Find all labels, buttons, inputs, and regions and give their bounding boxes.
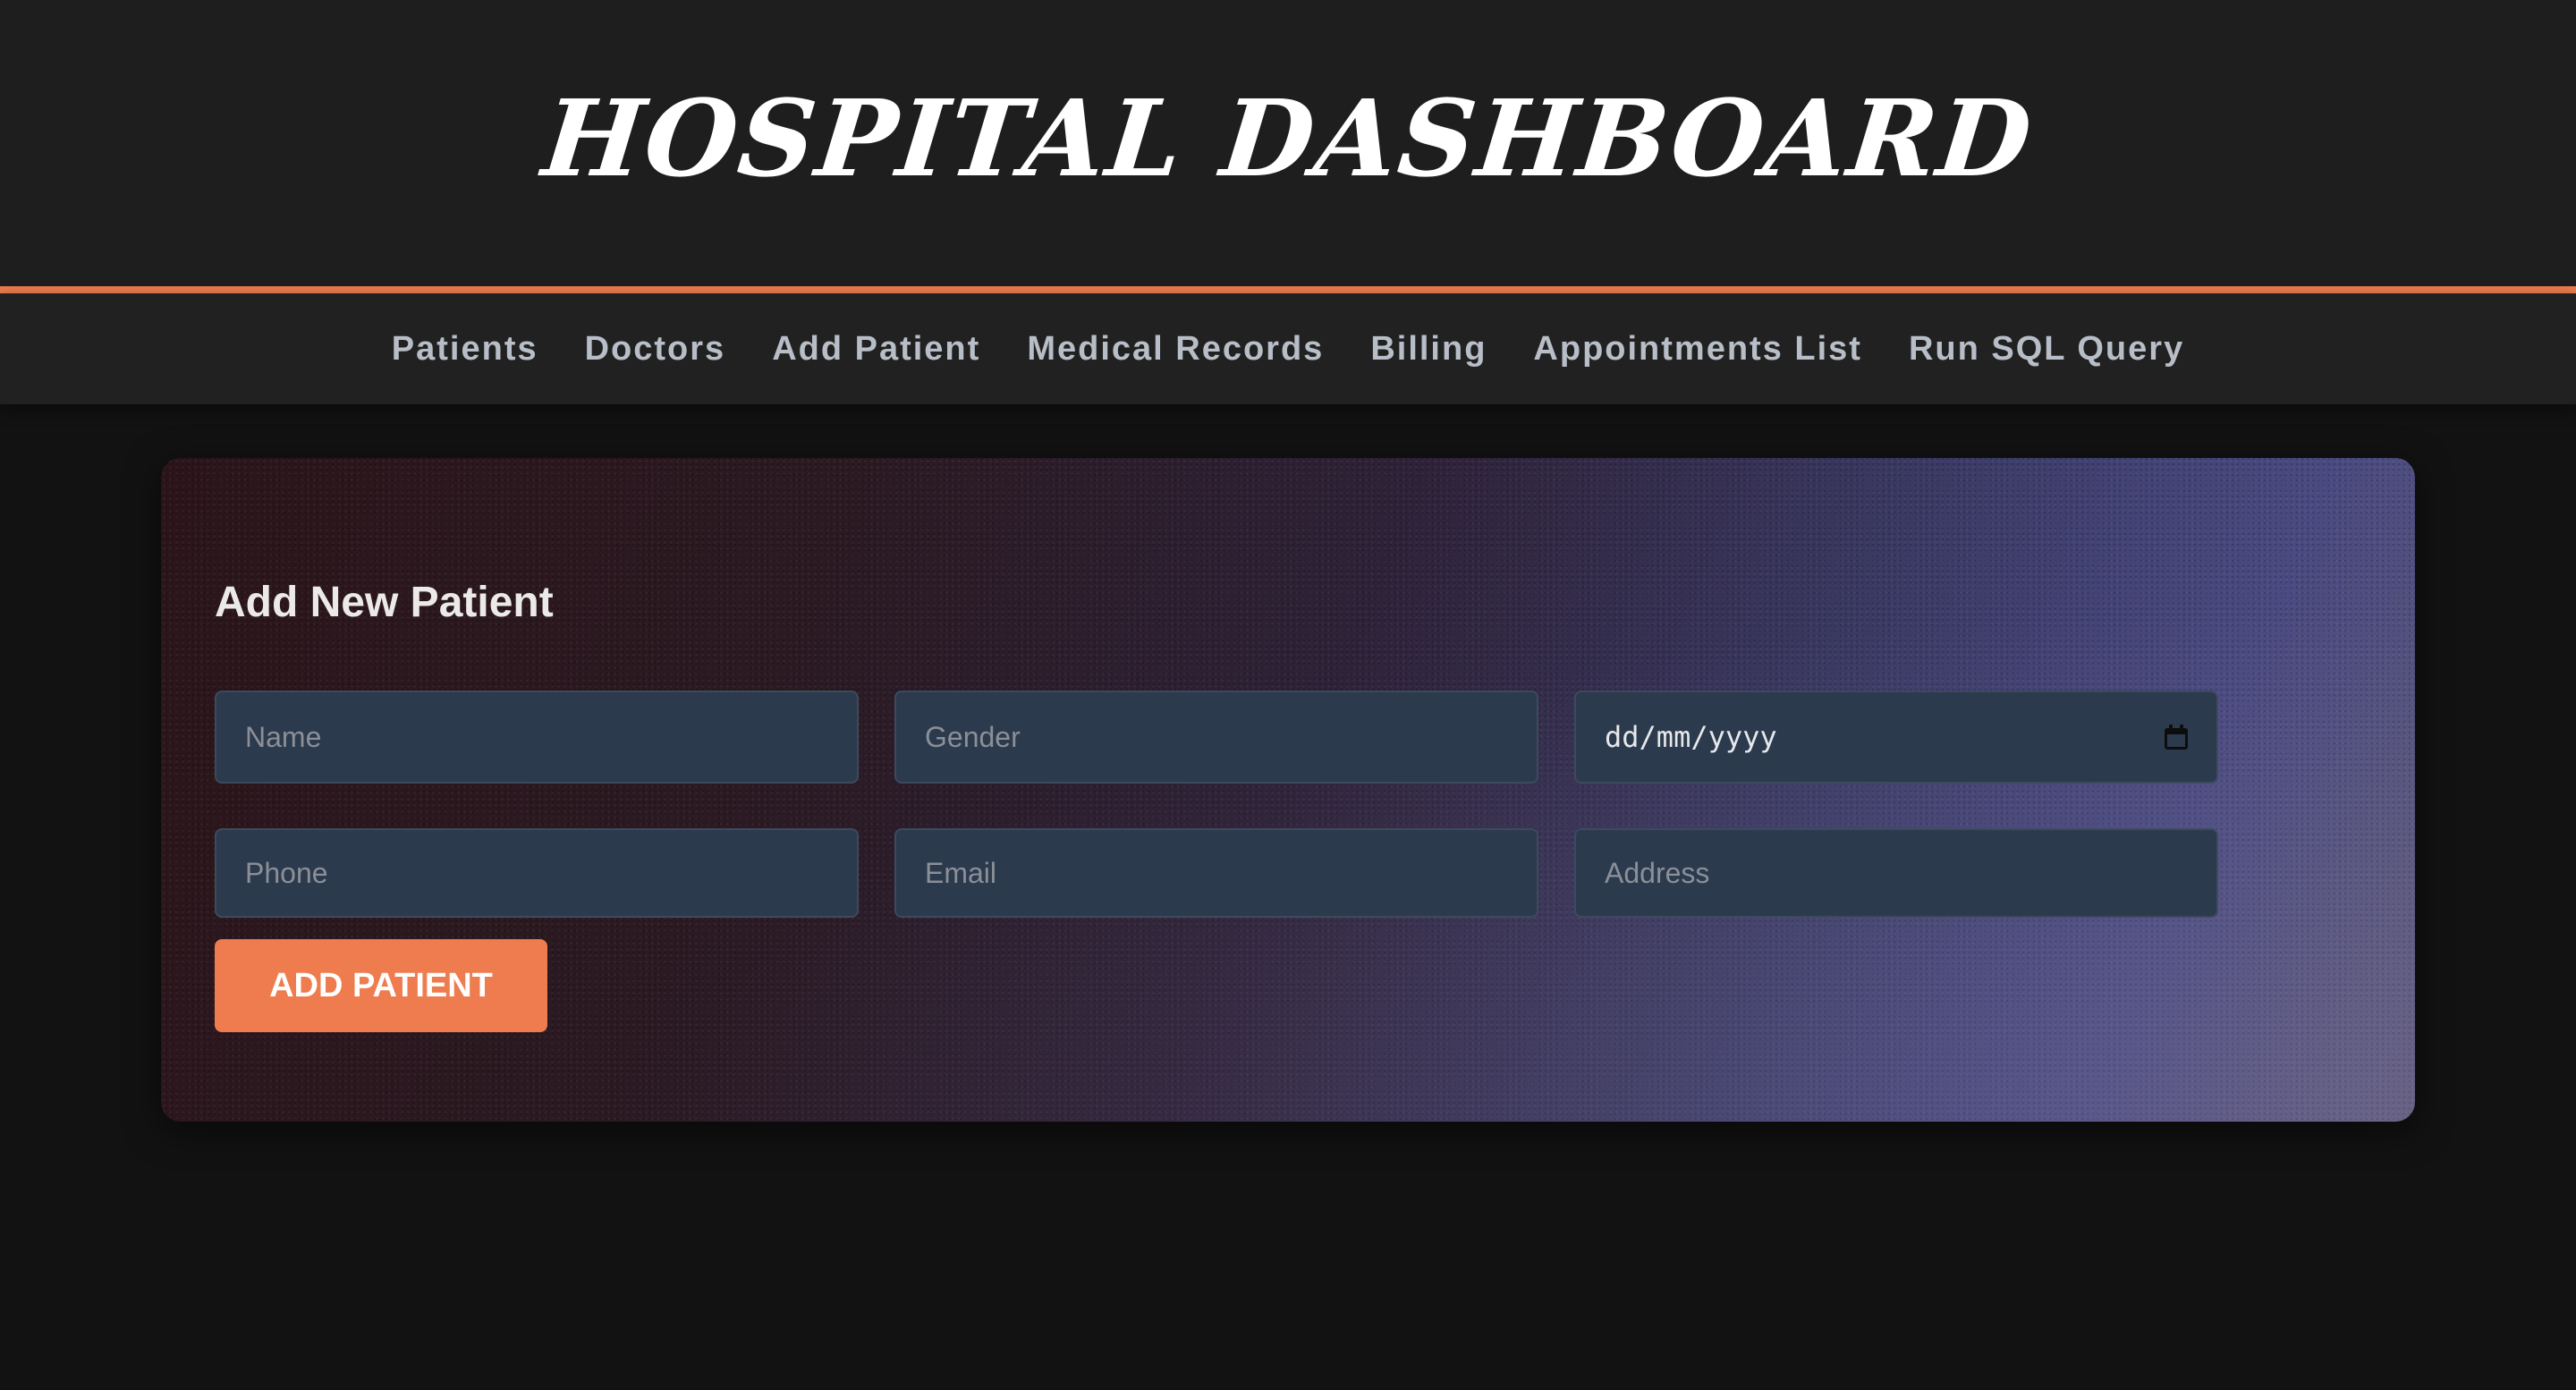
date-of-birth-input[interactable]: dd/mm/yyyy [1574,691,2218,784]
add-patient-form-card: Add New Patient dd/mm/yyyy ADD PATIENT [161,458,2415,1122]
nav-item-appointments-list[interactable]: Appointments List [1533,330,1862,369]
nav-item-patients[interactable]: Patients [392,330,538,369]
phone-input[interactable] [215,828,859,918]
email-input[interactable] [894,828,1538,918]
calendar-icon[interactable] [2165,725,2188,750]
site-title: HOSPITAL DASHBOARD [537,76,2039,200]
gender-input[interactable] [894,691,1538,784]
header-divider [0,286,2576,293]
form-title: Add New Patient [215,579,554,626]
nav-item-run-sql-query[interactable]: Run SQL Query [1909,330,2184,369]
address-input[interactable] [1574,828,2218,918]
add-patient-button[interactable]: ADD PATIENT [215,939,547,1032]
date-placeholder: dd/mm/yyyy [1605,720,1777,754]
site-header: HOSPITAL DASHBOARD [0,0,2576,286]
nav-item-medical-records[interactable]: Medical Records [1027,330,1324,369]
nav-item-add-patient[interactable]: Add Patient [772,330,980,369]
main-nav: Patients Doctors Add Patient Medical Rec… [0,293,2576,404]
name-input[interactable] [215,691,859,784]
nav-item-billing[interactable]: Billing [1370,330,1487,369]
nav-item-doctors[interactable]: Doctors [585,330,726,369]
